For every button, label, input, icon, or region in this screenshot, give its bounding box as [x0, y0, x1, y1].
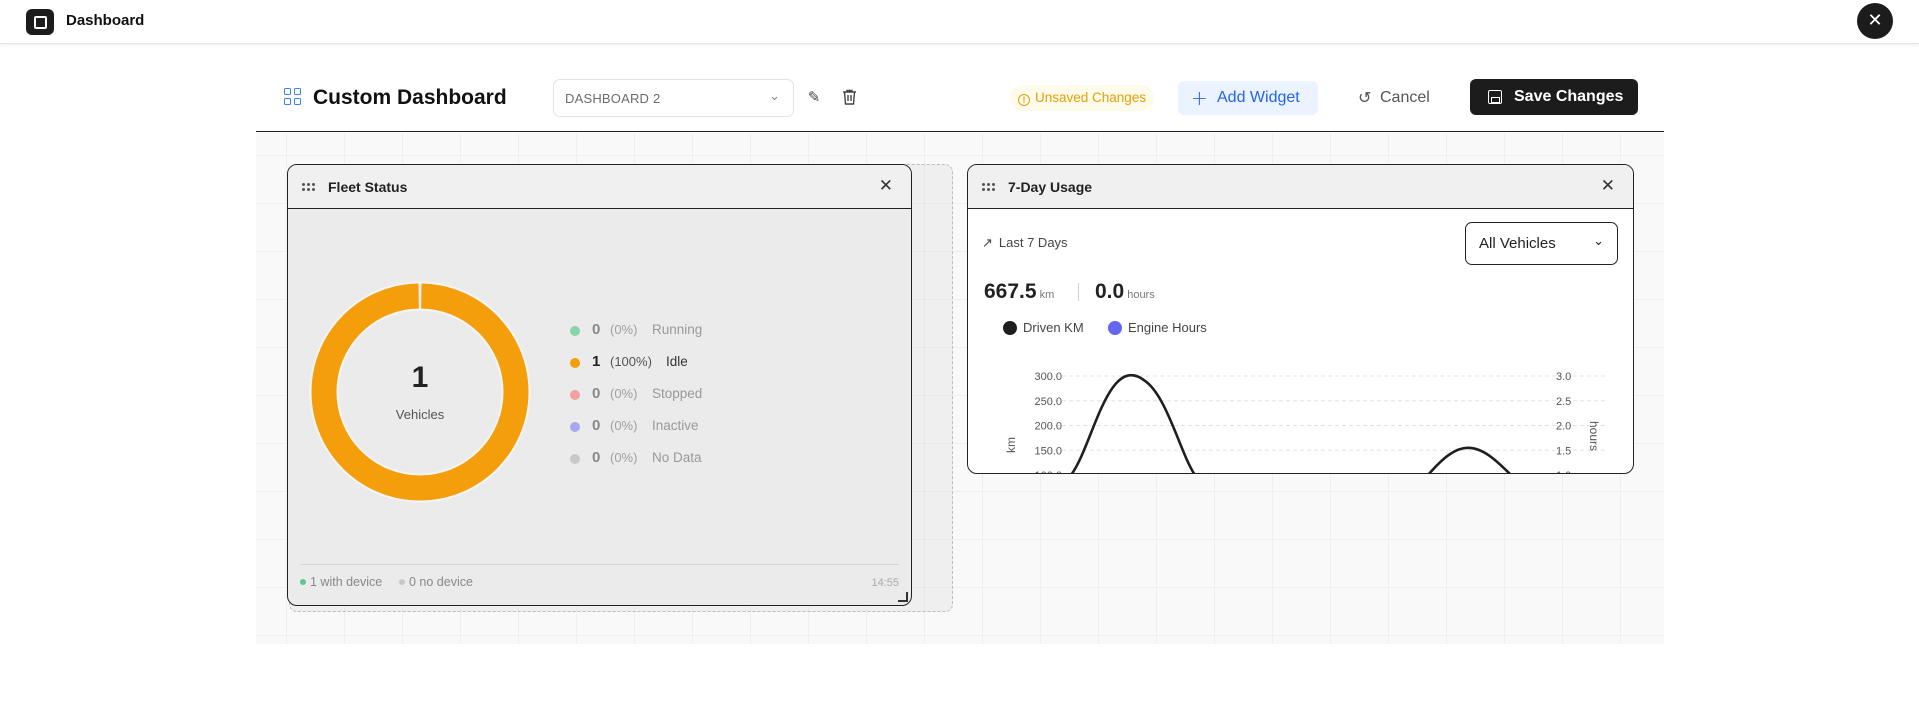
alert-circle-icon: ! [1018, 94, 1030, 106]
save-changes-label: Save Changes [1514, 88, 1624, 105]
status-count: 0 [592, 417, 601, 434]
chevron-down-icon: ⌄ [1593, 234, 1604, 249]
plus-icon: + [1191, 86, 1208, 110]
status-percent: (0%) [610, 386, 638, 401]
resize-handle-icon[interactable] [898, 592, 908, 602]
status-count: 0 [592, 385, 601, 402]
trash-icon [842, 89, 856, 105]
undo-icon: ↺ [1358, 88, 1372, 107]
page-title: Custom Dashboard [313, 86, 507, 109]
vehicle-filter-select[interactable]: All Vehicles ⌄ [1465, 222, 1618, 265]
legend-label: Engine Hours [1128, 320, 1207, 335]
status-count: 0 [592, 321, 601, 338]
left-axis-label: km [1004, 437, 1018, 453]
status-label: Running [652, 322, 703, 337]
legend-engine-hours[interactable]: Engine Hours [1108, 320, 1207, 335]
left-tick-label: 150.0 [1034, 445, 1062, 457]
status-dot [570, 454, 580, 464]
drag-handle-icon[interactable] [302, 183, 318, 191]
status-label: Inactive [652, 418, 699, 433]
drag-handle-icon[interactable] [982, 183, 998, 191]
status-percent: (0%) [610, 322, 638, 337]
status-label: No Data [652, 450, 702, 465]
status-percent: (0%) [610, 418, 638, 433]
left-tick-label: 300.0 [1034, 371, 1062, 383]
right-tick-label: 2.0 [1556, 421, 1571, 433]
series-dot [1003, 321, 1017, 335]
chevron-down-icon: ⌄ [769, 89, 780, 104]
widget-title: 7-Day Usage [1008, 179, 1093, 195]
widget-header[interactable]: 7-Day Usage ✕ [968, 165, 1633, 209]
left-tick-label: 250.0 [1034, 396, 1062, 408]
save-icon [1488, 90, 1502, 104]
top-bar: Dashboard ✕ [0, 0, 1919, 44]
footer-divider [300, 564, 899, 565]
status-label: Idle [666, 354, 688, 369]
right-axis-label: hours [1587, 421, 1601, 451]
distance-stat: 667.5 km [984, 280, 1054, 304]
total-vehicles-label: Vehicles [395, 407, 445, 422]
total-vehicles: 1 [411, 361, 429, 394]
status-percent: (0%) [610, 450, 638, 465]
close-icon[interactable]: ✕ [1601, 176, 1615, 196]
last-updated-time: 14:55 [871, 577, 899, 589]
add-widget-label: Add Widget [1217, 89, 1300, 106]
window-close-button[interactable]: ✕ [1857, 3, 1893, 39]
unsaved-changes-badge: ! Unsaved Changes [1010, 85, 1155, 111]
dashboard-select-value: DASHBOARD 2 [565, 91, 661, 106]
right-tick-label: 1.5 [1556, 445, 1571, 457]
widget-header[interactable]: Fleet Status ✕ [288, 165, 911, 209]
period-label: ↗ Last 7 Days [982, 235, 1068, 251]
no-device-label: 0 no device [409, 575, 473, 589]
trending-up-icon: ↗ [982, 236, 993, 251]
edit-dashboard-button[interactable]: ✎ [803, 86, 825, 108]
engine-hours-stat: 0.0 hours [1095, 280, 1155, 304]
save-changes-button[interactable]: Save Changes [1470, 79, 1638, 115]
period-text: Last 7 Days [998, 235, 1068, 250]
app-icon [26, 9, 54, 35]
with-device-count: 1 with device [300, 575, 382, 589]
status-label: Stopped [652, 386, 703, 401]
series-line-driven-km [1070, 373, 1511, 473]
engine-hours-value: 0.0 [1095, 280, 1125, 303]
legend-driven-km[interactable]: Driven KM [1003, 320, 1084, 335]
distance-unit: km [1039, 289, 1055, 301]
right-tick-label: 3.0 [1556, 371, 1571, 383]
close-icon[interactable]: ✕ [879, 176, 893, 196]
status-percent: (100%) [610, 354, 652, 369]
widget-title: Fleet Status [328, 179, 408, 195]
delete-dashboard-button[interactable] [838, 86, 860, 108]
legend-label: Driven KM [1023, 320, 1084, 335]
dashboard-toolbar: Custom Dashboard DASHBOARD 2 ⌄ ✎ ! Unsave… [256, 64, 1664, 132]
status-dot [570, 326, 580, 336]
right-tick-label: 2.5 [1556, 396, 1571, 408]
status-dot [570, 358, 580, 368]
status-dot [570, 422, 580, 432]
vehicle-filter-value: All Vehicles [1479, 235, 1556, 252]
distance-value: 667.5 [984, 280, 1037, 303]
unsaved-changes-label: Unsaved Changes [1035, 90, 1147, 105]
left-tick-label: 100.0 [1034, 470, 1062, 474]
no-device-dot [399, 579, 405, 585]
stat-divider [1078, 283, 1079, 301]
fleet-status-widget[interactable]: Fleet Status ✕ 1 Vehicles 0 (0%) Running… [287, 164, 912, 606]
dashboard-select[interactable]: DASHBOARD 2 ⌄ [553, 79, 794, 117]
status-count: 0 [592, 449, 601, 466]
usage-widget[interactable]: 7-Day Usage ✕ ↗ Last 7 Days All Vehicles … [967, 164, 1634, 474]
usage-line-chart: 300.0 3.0 250.0 2.5 200.0 2.0 150.0 1.5 100.0 1.0… [1004, 371, 1606, 474]
left-tick-label: 200.0 [1034, 421, 1062, 433]
grid-icon [284, 88, 302, 106]
engine-hours-unit: hours [1127, 289, 1155, 301]
no-device-count: 0 no device [399, 575, 473, 589]
pencil-icon: ✎ [807, 88, 821, 106]
series-dot [1108, 321, 1122, 335]
with-device-label: 1 with device [310, 575, 383, 589]
status-count: 1 [592, 353, 601, 370]
cancel-label: Cancel [1380, 89, 1430, 106]
add-widget-button[interactable]: + Add Widget [1178, 81, 1318, 115]
app-title: Dashboard [66, 12, 145, 29]
with-device-dot [300, 579, 306, 585]
right-tick-label: 1.0 [1556, 470, 1571, 474]
status-dot [570, 390, 580, 400]
